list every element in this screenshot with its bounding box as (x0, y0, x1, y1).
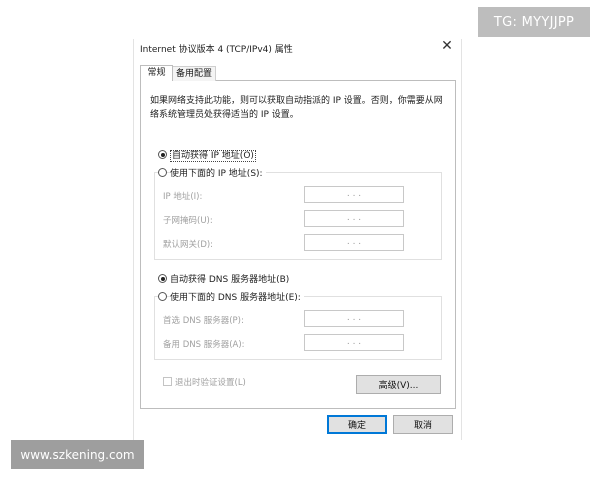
ok-button[interactable]: 确定 (327, 415, 387, 434)
alternate-dns-input[interactable]: . . . (304, 334, 404, 351)
ip-dots: . . . (346, 237, 362, 247)
ip-manual-label[interactable]: 使用下面的 IP 地址(S): (170, 166, 266, 179)
tab-general[interactable]: 常规 (140, 65, 173, 81)
alternate-dns-label: 备用 DNS 服务器(A): (163, 340, 245, 350)
preferred-dns-label: 首选 DNS 服务器(P): (163, 316, 244, 326)
subnet-mask-label: 子网掩码(U): (163, 216, 213, 226)
dialog-title: Internet 协议版本 4 (TCP/IPv4) 属性 (140, 45, 293, 55)
ip-auto-label[interactable]: 自动获得 IP 地址(O) (170, 148, 259, 162)
ip-dots: . . . (346, 213, 362, 223)
ip-auto-radio[interactable] (158, 150, 167, 159)
ip-address-input[interactable]: . . . (304, 186, 404, 203)
radio-selected-dot (160, 152, 165, 157)
dns-manual-radio[interactable] (158, 292, 167, 301)
advanced-button[interactable]: 高级(V)... (356, 375, 441, 394)
ip-address-label: IP 地址(I): (163, 192, 203, 202)
validate-on-exit-label[interactable]: 退出时验证设置(L) (175, 376, 246, 388)
tab-alternate-config[interactable]: 备用配置 (172, 66, 216, 81)
watermark-top: TG: MYYJJPP (478, 7, 590, 37)
ip-dots: . . . (346, 189, 362, 199)
default-gateway-label: 默认网关(D): (163, 240, 214, 250)
preferred-dns-input[interactable]: . . . (304, 310, 404, 327)
subnet-mask-input[interactable]: . . . (304, 210, 404, 227)
focus-rect: 自动获得 IP 地址(O) (170, 150, 256, 162)
default-gateway-input[interactable]: . . . (304, 234, 404, 251)
ip-dots: . . . (346, 337, 362, 347)
ip-manual-radio[interactable] (158, 168, 167, 177)
radio-selected-dot (160, 276, 165, 281)
ip-dots: . . . (346, 313, 362, 323)
watermark-bottom: www.szkening.com (11, 440, 144, 469)
close-icon[interactable]: ✕ (440, 38, 454, 54)
validate-on-exit-checkbox[interactable] (163, 377, 172, 386)
dns-auto-label[interactable]: 自动获得 DNS 服务器地址(B) (170, 272, 293, 285)
cancel-button[interactable]: 取消 (393, 415, 453, 434)
dns-manual-label[interactable]: 使用下面的 DNS 服务器地址(E): (170, 290, 304, 303)
dns-auto-radio[interactable] (158, 274, 167, 283)
description-text: 如果网络支持此功能，则可以获取自动指派的 IP 设置。否则，你需要从网络系统管理… (150, 96, 443, 120)
